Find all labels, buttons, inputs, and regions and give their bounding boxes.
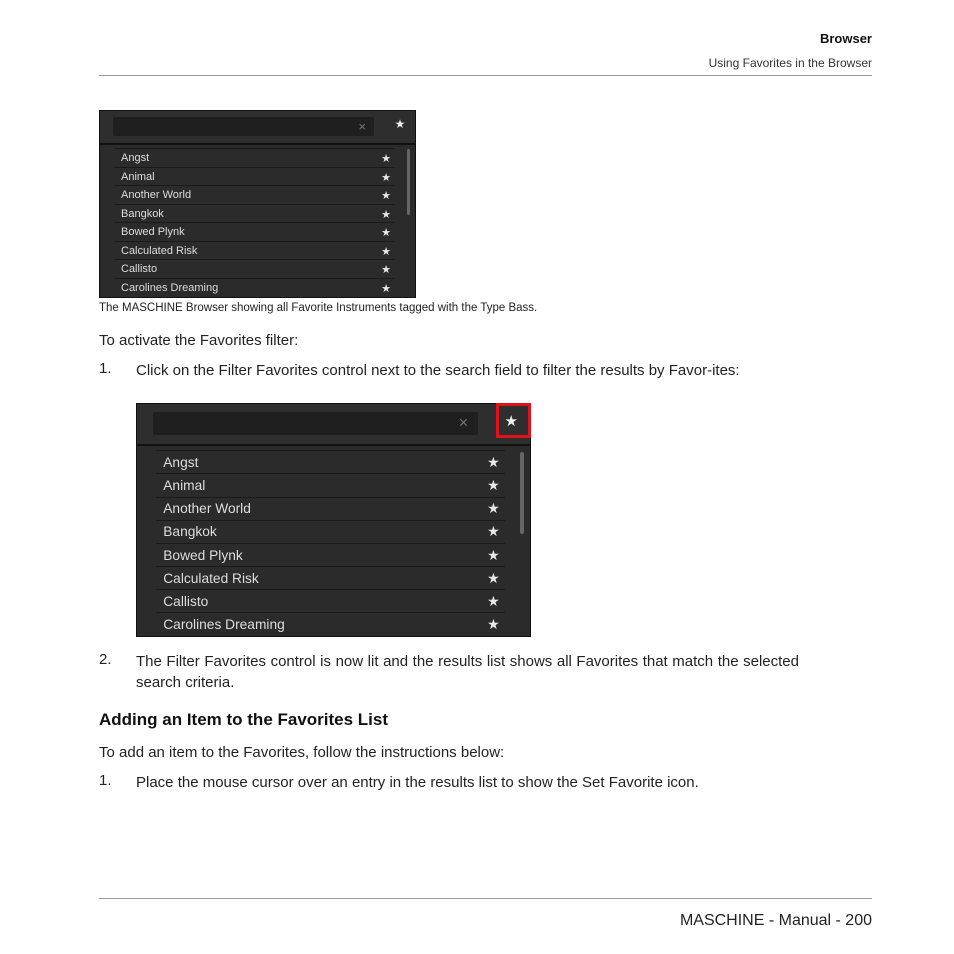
list-item[interactable]: Angst ★ [155, 450, 505, 474]
list-item[interactable]: Bowed Plynk ★ [115, 222, 395, 242]
list-item[interactable]: Bangkok ★ [155, 519, 505, 544]
search-input[interactable]: × [113, 117, 374, 136]
search-bar: × ★ [100, 111, 415, 145]
chapter-title: Browser [819, 31, 872, 46]
list-item[interactable]: Carolines Dreaming ★ [115, 277, 395, 298]
item-label: Another World [163, 501, 251, 517]
item-label: Another World [121, 189, 192, 201]
item-label: Animal [163, 478, 206, 494]
scrollbar[interactable] [520, 451, 524, 534]
favorite-star-icon[interactable]: ★ [487, 501, 499, 517]
item-label: Bowed Plynk [121, 226, 185, 238]
item-label: Animal [121, 170, 155, 183]
favorite-star-icon[interactable]: ★ [487, 524, 499, 540]
section-title: Using Favorites in the Browser [708, 56, 872, 70]
favorite-star-icon[interactable]: ★ [381, 208, 391, 221]
step-number: 1. [99, 360, 112, 377]
list-item[interactable]: Animal ★ [115, 166, 395, 187]
intro-text: To activate the Favorites filter: [99, 332, 299, 349]
browser-screenshot-1: × ★ Angst ★ Animal ★ Another World ★ Bangkok ★ Bow… [99, 110, 416, 298]
footer-divider [99, 898, 872, 899]
step-number: 1. [99, 772, 112, 789]
favorite-star-icon[interactable]: ★ [381, 226, 391, 239]
favorite-star-icon[interactable]: ★ [487, 617, 499, 633]
step-text: Place the mouse cursor over an entry in … [136, 774, 699, 791]
scrollbar[interactable] [407, 149, 410, 215]
page-footer: MASCHINE - Manual - 200 [679, 912, 872, 929]
item-label: Callisto [121, 263, 158, 275]
header-divider [99, 75, 872, 76]
list-item[interactable]: Callisto ★ [115, 259, 395, 279]
browser-screenshot-2: × ★ Angst ★ Animal ★ Another World ★ Bangkok ★ Bow… [136, 403, 531, 637]
highlight-box [496, 403, 531, 438]
item-label: Calculated Risk [121, 244, 198, 257]
favorite-star-icon[interactable]: ★ [381, 282, 391, 295]
item-label: Angst [121, 152, 150, 164]
item-label: Bangkok [163, 524, 217, 540]
favorite-star-icon[interactable]: ★ [381, 263, 391, 276]
list-item[interactable]: Carolines Dreaming ★ [155, 612, 505, 636]
list-item[interactable]: Another World ★ [115, 185, 395, 205]
favorite-star-icon[interactable]: ★ [487, 478, 499, 494]
list-item[interactable]: Calculated Risk ★ [155, 565, 505, 590]
step-number: 2. [99, 651, 112, 668]
item-label: Callisto [163, 593, 209, 609]
add-intro-text: To add an item to the Favorites, follow … [99, 744, 505, 761]
list-item[interactable]: Calculated Risk ★ [115, 240, 395, 261]
list-item[interactable]: Bangkok ★ [115, 203, 395, 224]
step-text: The Filter Favorites control is now lit … [136, 653, 799, 691]
favorite-star-icon[interactable]: ★ [381, 152, 391, 165]
search-bar: × ★ [137, 404, 530, 446]
clear-search-icon[interactable]: × [459, 414, 469, 433]
filter-favorites-icon[interactable]: ★ [389, 117, 411, 131]
favorite-star-icon[interactable]: ★ [487, 455, 499, 471]
list-item[interactable]: Angst ★ [115, 148, 395, 168]
list-item[interactable]: Animal ★ [155, 473, 505, 497]
favorite-star-icon[interactable]: ★ [381, 189, 391, 202]
favorite-star-icon[interactable]: ★ [487, 548, 499, 564]
item-label: Bangkok [121, 207, 164, 220]
favorite-star-icon[interactable]: ★ [487, 594, 499, 610]
list-item[interactable]: Callisto ★ [155, 589, 505, 613]
favorite-star-icon[interactable]: ★ [487, 571, 499, 587]
step-text: Click on the Filter Favorites control ne… [136, 362, 740, 379]
section-heading: Adding an Item to the Favorites List [99, 710, 389, 729]
favorite-star-icon[interactable]: ★ [381, 245, 391, 258]
item-label: Carolines Dreaming [163, 616, 285, 632]
list-item[interactable]: Another World ★ [155, 496, 505, 521]
favorite-star-icon[interactable]: ★ [381, 171, 391, 184]
item-label: Carolines Dreaming [121, 281, 219, 294]
list-item[interactable]: Bowed Plynk ★ [155, 542, 505, 567]
item-label: Bowed Plynk [163, 547, 243, 563]
search-input[interactable]: × [153, 411, 479, 436]
figure-caption: The MASCHINE Browser showing all Favorit… [99, 302, 538, 314]
item-label: Calculated Risk [163, 570, 259, 586]
clear-search-icon[interactable]: × [358, 119, 366, 134]
item-label: Angst [163, 455, 199, 470]
